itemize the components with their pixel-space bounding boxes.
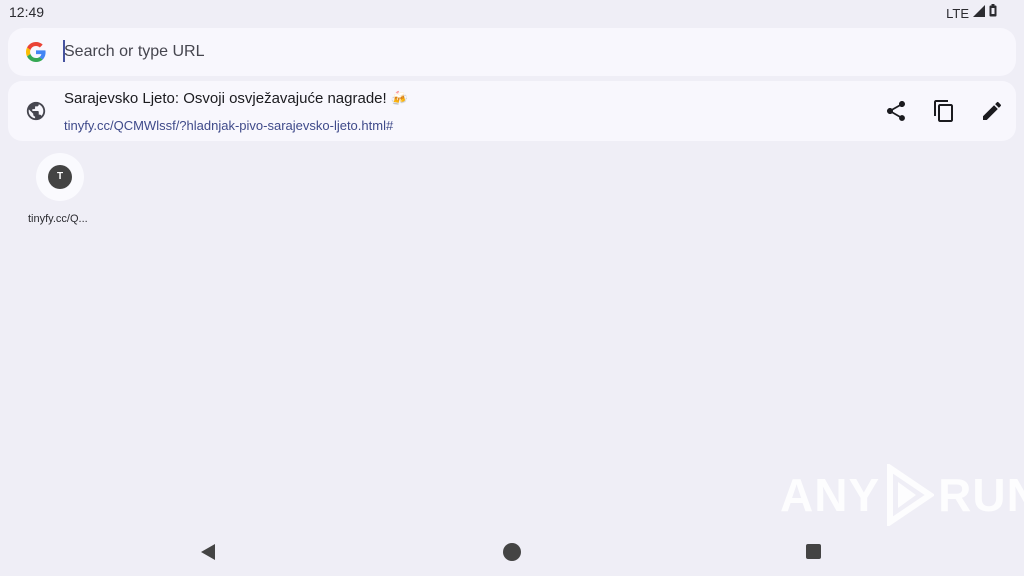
recents-icon[interactable]	[806, 544, 821, 559]
battery-icon	[989, 4, 997, 22]
status-indicators: LTE	[946, 4, 997, 22]
tile-icon-circle: T	[36, 153, 84, 201]
home-icon[interactable]	[503, 543, 521, 561]
network-type: LTE	[946, 5, 969, 21]
share-icon[interactable]	[884, 99, 908, 123]
suggestion-title-text: Sarajevsko Ljeto: Osvoji osvježavajuće n…	[64, 90, 387, 107]
omnibox[interactable]	[8, 28, 1016, 76]
back-icon[interactable]	[199, 543, 217, 561]
suggestion-url: tinyfy.cc/QCMWlssf/?hladnjak-pivo-saraje…	[64, 118, 394, 133]
url-suggestion[interactable]: Sarajevsko Ljeto: Osvoji osvježavajuće n…	[8, 81, 1016, 141]
suggestion-title: Sarajevsko Ljeto: Osvoji osvježavajuće n…	[64, 90, 408, 107]
watermark-right-text: RUN	[938, 469, 1024, 521]
watermark-left-text: ANY	[780, 469, 881, 521]
globe-icon	[25, 100, 47, 122]
browser-screen: 12:49 LTE Search or type URL Sarajevsko …	[0, 0, 1024, 576]
edit-icon[interactable]	[980, 99, 1004, 123]
signal-icon	[973, 4, 985, 22]
copy-icon[interactable]	[932, 99, 956, 123]
status-time: 12:49	[9, 4, 45, 20]
status-bar: 12:49 LTE	[0, 0, 1024, 24]
text-caret	[63, 40, 65, 62]
tile-label: tinyfy.cc/Q...	[28, 213, 88, 225]
google-icon	[26, 42, 46, 62]
suggestion-emoji: 🍻	[390, 90, 409, 106]
anyrun-watermark: ANY RUN	[780, 462, 1024, 528]
shortcut-tile[interactable]: T tinyfy.cc/Q...	[24, 152, 100, 232]
play-logo-icon	[887, 464, 935, 526]
tile-letter-icon: T	[48, 165, 72, 189]
search-input[interactable]	[64, 42, 964, 62]
